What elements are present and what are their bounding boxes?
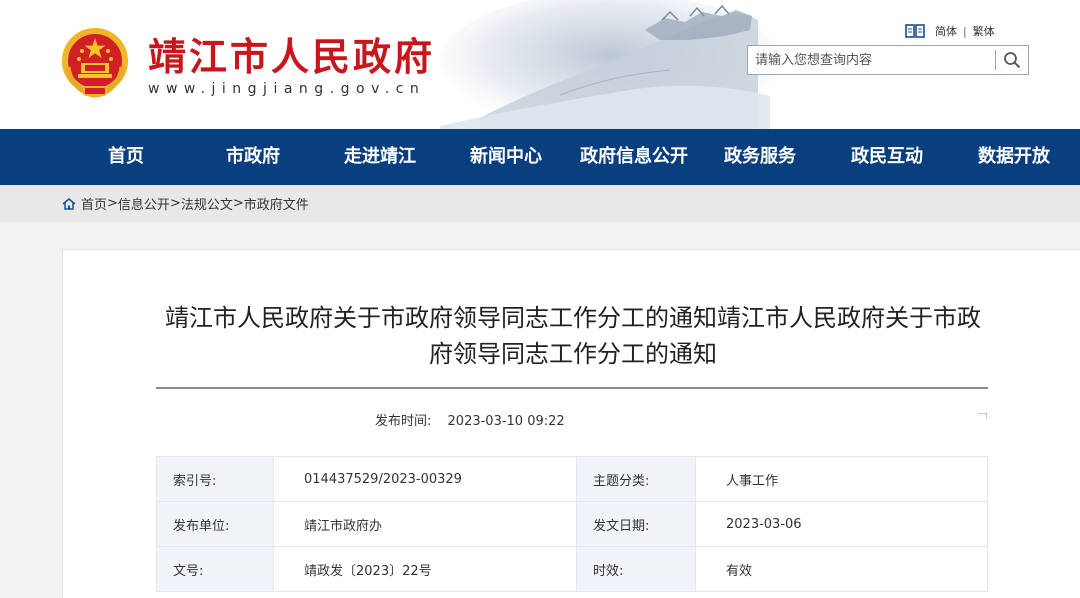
nav-item-open-data[interactable]: 数据开放 xyxy=(966,129,1062,185)
document-metadata-table: 索引号: 014437529/2023-00329 主题分类: 人事工作 发布单… xyxy=(156,456,988,592)
meta-label-index-no: 索引号: xyxy=(156,456,274,502)
lang-separator: | xyxy=(963,24,967,38)
table-row: 发布单位: 靖江市政府办 发文日期: 2023-03-06 xyxy=(156,501,988,547)
landscape-background-art xyxy=(440,0,770,129)
meta-value-doc-number: 靖政发〔2023〕22号 xyxy=(273,546,577,592)
breadcrumb-separator: > xyxy=(107,196,118,211)
meta-value-validity: 有效 xyxy=(695,546,988,592)
breadcrumb: 首页 > 信息公开 > 法规公文 > 市政府文件 xyxy=(62,185,309,222)
publish-time-label: 发布时间: xyxy=(375,414,432,429)
book-icon xyxy=(905,24,925,38)
breadcrumb-separator: > xyxy=(169,196,181,211)
breadcrumb-bar: 首页 > 信息公开 > 法规公文 > 市政府文件 xyxy=(0,185,1080,222)
meta-value-issuer: 靖江市政府办 xyxy=(273,501,577,547)
nav-item-government-services[interactable]: 政务服务 xyxy=(712,129,808,185)
meta-value-issue-date: 2023-03-06 xyxy=(695,501,988,547)
article-panel: 靖江市人民政府关于市政府领导同志工作分工的通知靖江市人民政府关于市政府领导同志工… xyxy=(62,249,1080,598)
breadcrumb-separator: > xyxy=(232,196,244,211)
breadcrumb-item-info-disclosure[interactable]: 信息公开 xyxy=(118,194,170,213)
meta-label-issuer: 发布单位: xyxy=(156,501,274,547)
lang-simplified-link[interactable]: 简体 xyxy=(935,23,957,39)
nav-item-about-jingjiang[interactable]: 走进靖江 xyxy=(332,129,428,185)
article-title: 靖江市人民政府关于市政府领导同志工作分工的通知靖江市人民政府关于市政府领导同志工… xyxy=(165,304,981,368)
title-divider xyxy=(156,387,988,389)
publish-time: 发布时间: 2023-03-10 09:22 xyxy=(375,410,565,429)
meta-label-doc-number: 文号: xyxy=(156,546,274,592)
main-nav: 首页 市政府 走进靖江 新闻中心 政府信息公开 政务服务 政民互动 数据开放 xyxy=(0,129,1080,185)
table-row: 文号: 靖政发〔2023〕22号 时效: 有效 xyxy=(156,546,988,592)
site-header: 靖江市人民政府 www.jingjiang.gov.cn 简体 | 繁体 xyxy=(0,0,1080,129)
corner-mark xyxy=(978,413,987,419)
search-button[interactable] xyxy=(996,46,1028,74)
nav-item-news-center[interactable]: 新闻中心 xyxy=(458,129,554,185)
home-icon xyxy=(62,197,76,210)
search-input[interactable] xyxy=(748,46,995,74)
site-title: 靖江市人民政府 xyxy=(148,34,436,79)
nav-item-info-disclosure[interactable]: 政府信息公开 xyxy=(574,129,694,185)
meta-value-index-no: 014437529/2023-00329 xyxy=(273,456,577,502)
national-emblem-icon xyxy=(62,28,128,98)
nav-item-home[interactable]: 首页 xyxy=(88,129,164,185)
language-switcher: 简体 | 繁体 xyxy=(905,22,995,40)
meta-label-topic: 主题分类: xyxy=(576,456,696,502)
search-box xyxy=(747,45,1029,75)
site-url: www.jingjiang.gov.cn xyxy=(148,81,426,97)
nav-item-public-interaction[interactable]: 政民互动 xyxy=(839,129,935,185)
nav-item-city-government[interactable]: 市政府 xyxy=(210,129,296,185)
table-row: 索引号: 014437529/2023-00329 主题分类: 人事工作 xyxy=(156,456,988,502)
search-icon xyxy=(1004,52,1021,69)
lang-traditional-link[interactable]: 繁体 xyxy=(973,23,995,39)
publish-time-value: 2023-03-10 09:22 xyxy=(447,414,565,429)
meta-label-validity: 时效: xyxy=(576,546,696,592)
breadcrumb-item-regulations[interactable]: 法规公文 xyxy=(181,194,233,213)
meta-value-topic: 人事工作 xyxy=(695,456,988,502)
meta-label-issue-date: 发文日期: xyxy=(576,501,696,547)
breadcrumb-item-home[interactable]: 首页 xyxy=(81,194,107,213)
breadcrumb-item-city-documents[interactable]: 市政府文件 xyxy=(244,194,309,213)
